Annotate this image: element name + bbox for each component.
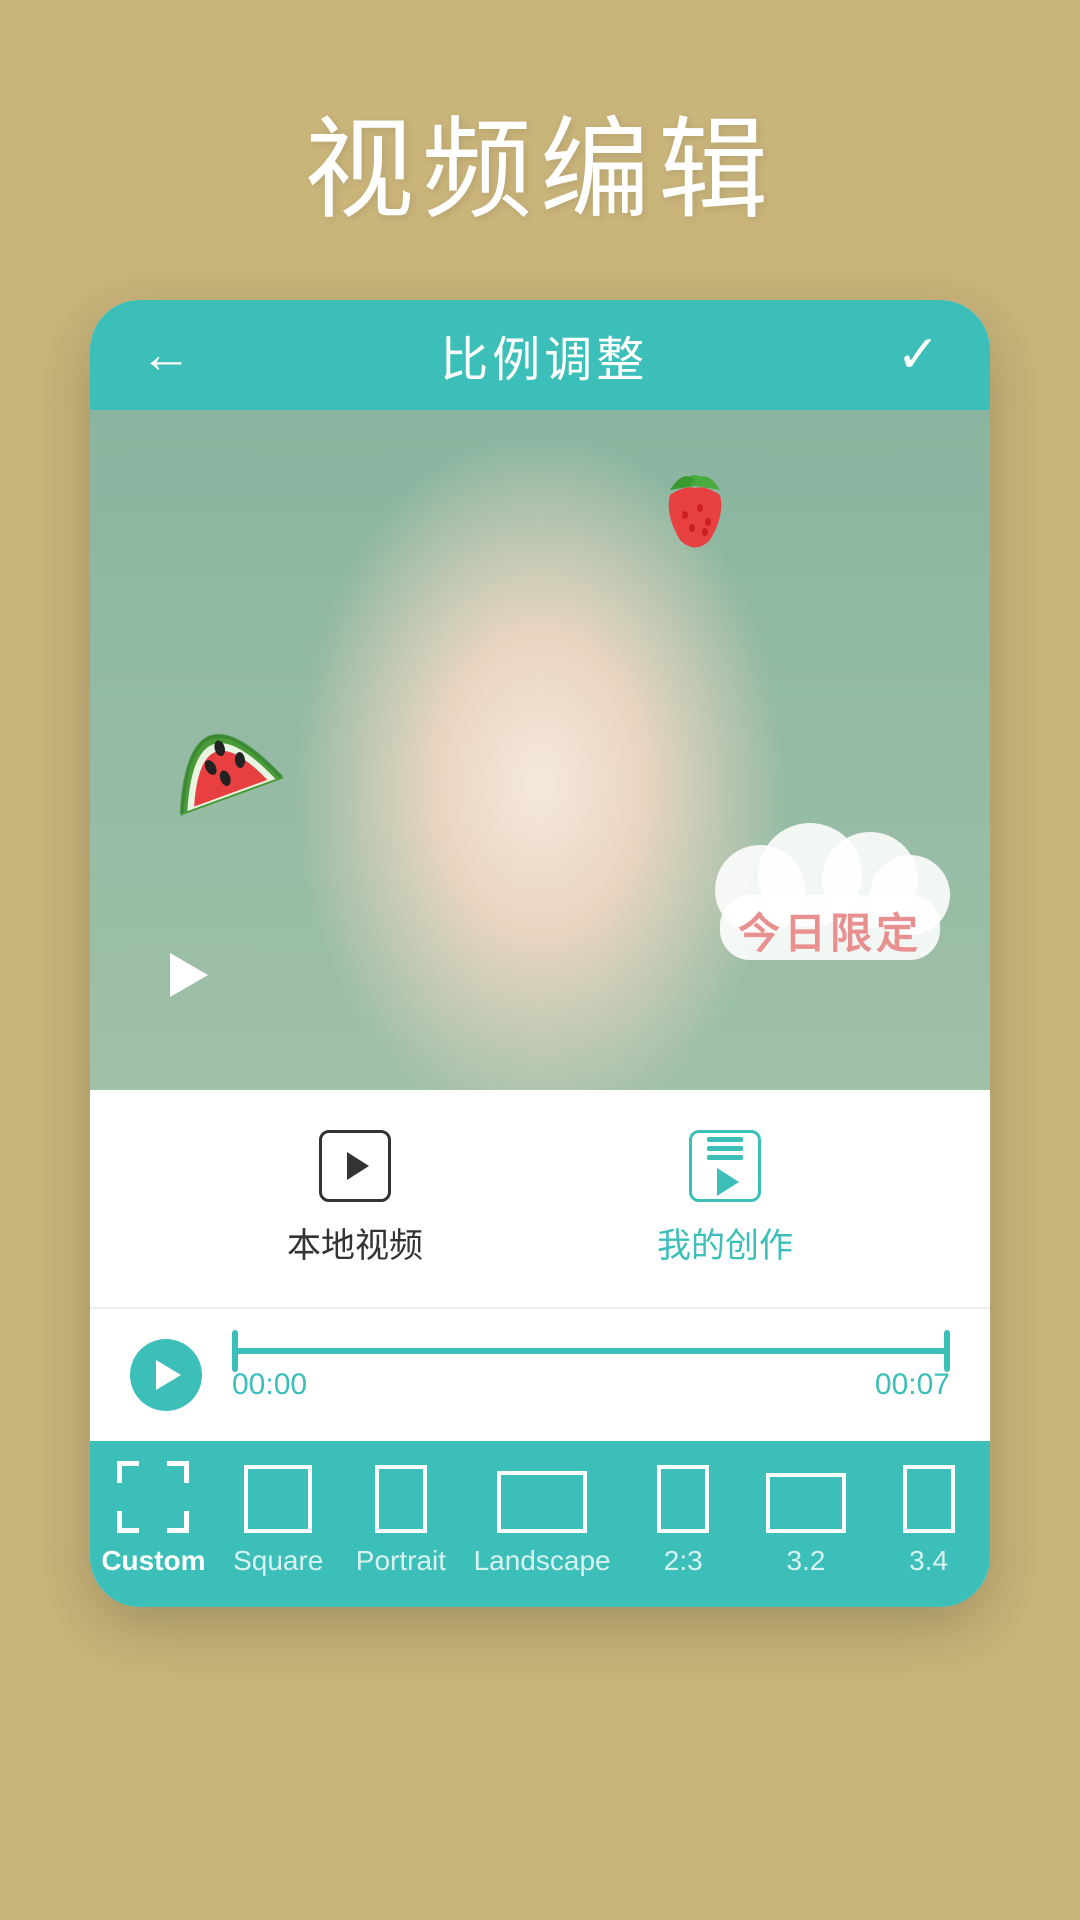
ratio-item-2x3[interactable]: 2:3 — [623, 1445, 743, 1587]
timeline-handle-left[interactable] — [232, 1330, 238, 1372]
video-play-button[interactable] — [150, 940, 220, 1010]
landscape-ratio-label: Landscape — [474, 1545, 611, 1577]
custom-ratio-icon — [117, 1461, 189, 1533]
portrait-ratio-icon — [375, 1465, 427, 1533]
page-title: 视频编辑 — [0, 0, 1080, 300]
my-creation-play-icon — [717, 1168, 739, 1196]
my-creation-lines-icon — [707, 1137, 743, 1160]
ratio-item-3x2[interactable]: 3.2 — [746, 1453, 866, 1587]
app-header: ← 比例调整 ✓ — [90, 300, 990, 410]
local-video-button[interactable]: 本地视频 — [287, 1130, 423, 1267]
3x2-ratio-icon — [766, 1473, 846, 1533]
video-area: 今日限定 — [90, 410, 990, 1090]
media-row: 本地视频 我的创作 — [90, 1090, 990, 1309]
cloud-text-sticker[interactable]: 今日限定 — [700, 820, 960, 970]
timeline-track — [232, 1348, 950, 1354]
timeline-track-container[interactable]: 00:00 00:07 — [232, 1348, 950, 1402]
header-title: 比例调整 — [440, 320, 648, 390]
3x4-ratio-icon — [903, 1465, 955, 1533]
ratio-item-3x4[interactable]: 3.4 — [869, 1445, 989, 1587]
3x2-ratio-label: 3.2 — [786, 1545, 825, 1577]
local-video-icon-box — [319, 1130, 391, 1202]
2x3-ratio-icon — [657, 1465, 709, 1533]
app-card: ← 比例调整 ✓ — [90, 300, 990, 1607]
timeline-start-time: 00:00 — [232, 1368, 307, 1402]
timeline-times: 00:00 00:07 — [232, 1368, 950, 1402]
back-button[interactable]: ← — [140, 325, 192, 385]
local-video-label: 本地视频 — [287, 1218, 423, 1267]
ratio-bar: Custom Square Portrait Landscape 2:3 3.2 — [90, 1441, 990, 1607]
timeline-play-button[interactable] — [130, 1339, 202, 1411]
landscape-ratio-icon — [497, 1471, 587, 1533]
timeline-handle-right[interactable] — [944, 1330, 950, 1372]
custom-ratio-label: Custom — [101, 1545, 205, 1577]
timeline-end-time: 00:07 — [875, 1368, 950, 1402]
confirm-button[interactable]: ✓ — [896, 325, 940, 385]
ratio-item-custom[interactable]: Custom — [91, 1441, 215, 1587]
ratio-item-landscape[interactable]: Landscape — [464, 1451, 621, 1587]
my-creation-label: 我的创作 — [657, 1218, 793, 1267]
portrait-ratio-label: Portrait — [356, 1545, 446, 1577]
my-creation-icon-box — [689, 1130, 761, 1202]
2x3-ratio-label: 2:3 — [664, 1545, 703, 1577]
square-ratio-label: Square — [233, 1545, 323, 1577]
square-ratio-icon — [244, 1465, 312, 1533]
strawberry-sticker[interactable] — [650, 460, 740, 560]
3x4-ratio-label: 3.4 — [909, 1545, 948, 1577]
play-triangle-icon — [170, 953, 208, 997]
ratio-item-portrait[interactable]: Portrait — [341, 1445, 461, 1587]
my-creation-button[interactable]: 我的创作 — [657, 1130, 793, 1267]
watermelon-sticker[interactable] — [150, 690, 280, 810]
ratio-item-square[interactable]: Square — [218, 1445, 338, 1587]
svg-text:今日限定: 今日限定 — [738, 910, 922, 957]
local-video-play-icon — [347, 1152, 369, 1180]
timeline-row: 00:00 00:07 — [90, 1309, 990, 1441]
timeline-play-icon — [156, 1360, 181, 1390]
